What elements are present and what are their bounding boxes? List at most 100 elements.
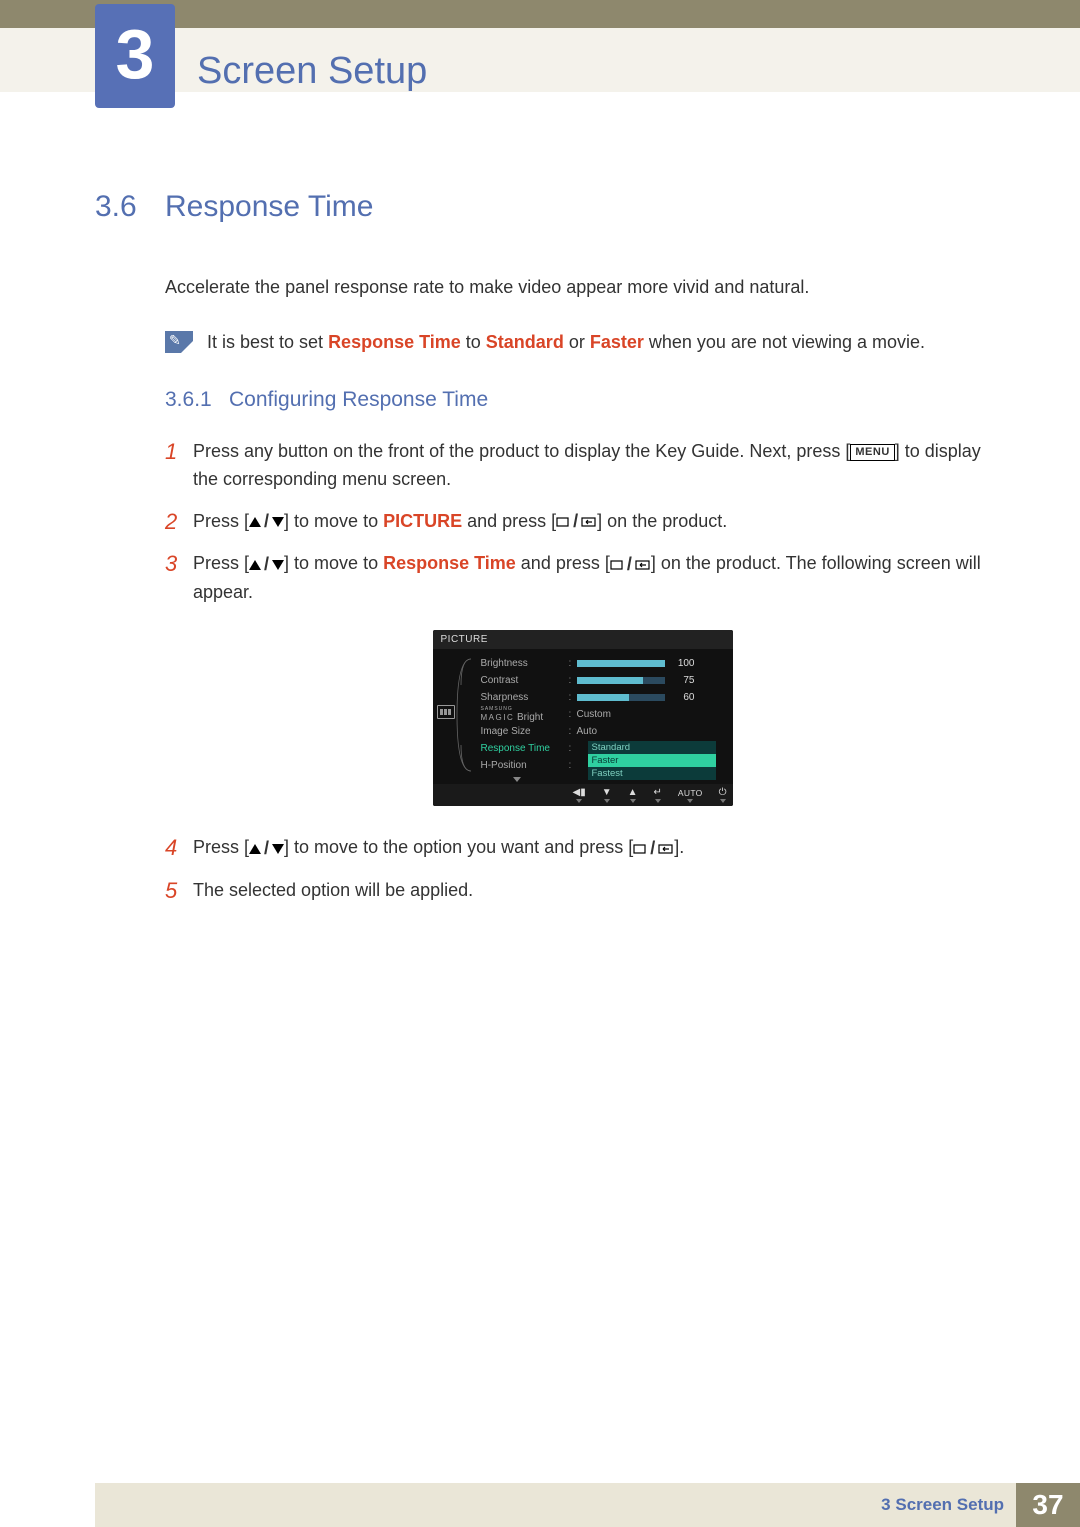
osd-screenshot: PICTURE Brightness : 100 Contrast :: [165, 630, 1000, 806]
osd-footer: ◀▮ ▼ ▲ ↵ AUTO ⏻: [433, 784, 733, 806]
section-number: 3.6: [95, 190, 165, 224]
step-4-num: 4: [165, 834, 193, 863]
osd-slider-sharpness: [577, 694, 665, 701]
footer-page-number: 37: [1016, 1483, 1080, 1527]
step-1-text: Press any button on the front of the pro…: [193, 438, 1000, 494]
up-down-icon: /: [249, 835, 284, 863]
step-3-mid1: ] to move to: [284, 553, 383, 573]
step-2: 2 Press [/] to move to PICTURE and press…: [165, 508, 1000, 537]
picture-category-icon: [437, 705, 455, 719]
osd-label-resptime: Response Time: [481, 743, 569, 754]
step-4-pre: Press [: [193, 837, 249, 857]
footer-gutter: [0, 1483, 95, 1527]
note-em1: Response Time: [328, 332, 461, 352]
note-post: when you are not viewing a movie.: [644, 332, 925, 352]
step-4-post: ].: [674, 837, 684, 857]
step-2-text: Press [/] to move to PICTURE and press […: [193, 508, 727, 536]
section-heading: 3.6 Response Time: [95, 190, 1000, 224]
chapter-number-badge: 3: [95, 4, 175, 108]
osd-label-imagesize: Image Size: [481, 726, 569, 737]
step-1-num: 1: [165, 438, 193, 467]
osd-value-contrast: 75: [671, 675, 695, 686]
chapter-title: Screen Setup: [197, 50, 427, 93]
intro-text: Accelerate the panel response rate to ma…: [165, 274, 1000, 301]
osd-dropdown-response-time: Standard Faster Fastest: [588, 741, 716, 780]
note-pre: It is best to set: [207, 332, 328, 352]
osd-option-standard: Standard: [588, 741, 716, 754]
step-3-pre: Press [: [193, 553, 249, 573]
chapter-number: 3: [116, 14, 155, 94]
step-2-num: 2: [165, 508, 193, 537]
osd-title: PICTURE: [433, 630, 733, 649]
chapter-header: 3 Screen Setup: [95, 4, 427, 108]
scroll-down-indicator-icon: [513, 777, 521, 782]
note-block: It is best to set Response Time to Stand…: [165, 329, 1000, 356]
content-area: 3.6 Response Time Accelerate the panel r…: [95, 190, 1000, 920]
step-5: 5 The selected option will be applied.: [165, 877, 1000, 906]
osd-label-contrast: Contrast: [481, 675, 569, 686]
step-3-text: Press [/] to move to Response Time and p…: [193, 550, 1000, 606]
step-2-em: PICTURE: [383, 511, 462, 531]
select-enter-icon: /: [610, 551, 651, 579]
osd-power-icon: ⏻: [719, 788, 727, 803]
step-3-num: 3: [165, 550, 193, 579]
osd-label-sharpness: Sharpness: [481, 692, 569, 703]
step-3-mid2: and press [: [516, 553, 610, 573]
osd-value-brightness: 100: [671, 658, 695, 669]
step-5-text: The selected option will be applied.: [193, 877, 473, 905]
step-3: 3 Press [/] to move to Response Time and…: [165, 550, 1000, 606]
osd-item-contrast: Contrast : 75: [481, 672, 725, 689]
note-em3: Faster: [590, 332, 644, 352]
note-mid1: to: [461, 332, 486, 352]
osd-value-magic: Custom: [577, 709, 611, 720]
osd-panel: PICTURE Brightness : 100 Contrast :: [433, 630, 733, 806]
osd-body: Brightness : 100 Contrast : 75 Sharpness…: [433, 649, 733, 784]
osd-back-icon: ◀▮: [573, 788, 586, 803]
subsection-number: 3.6.1: [165, 388, 229, 412]
page-footer: 3 Screen Setup 37: [0, 1483, 1080, 1527]
menu-button-icon: MENU: [850, 444, 894, 461]
up-down-icon: /: [249, 551, 284, 579]
osd-item-brightness: Brightness : 100: [481, 655, 725, 672]
select-enter-icon: /: [633, 835, 674, 863]
footer-bar: 3 Screen Setup: [95, 1483, 1016, 1527]
osd-item-magic-bright: SAMSUNGMAGIC Bright : Custom: [481, 706, 725, 723]
step-4-text: Press [/] to move to the option you want…: [193, 834, 684, 862]
step-5-num: 5: [165, 877, 193, 906]
osd-slider-contrast: [577, 677, 665, 684]
footer-chapter-ref: 3 Screen Setup: [881, 1495, 1004, 1515]
step-1: 1 Press any button on the front of the p…: [165, 438, 1000, 494]
magic-bot: MAGIC: [481, 713, 515, 722]
osd-up-icon: ▲: [628, 788, 638, 803]
osd-slider-brightness: [577, 660, 665, 667]
step-4: 4 Press [/] to move to the option you wa…: [165, 834, 1000, 863]
step-3-em: Response Time: [383, 553, 516, 573]
step-1-pre: Press any button on the front of the pro…: [193, 441, 850, 461]
osd-value-sharpness: 60: [671, 692, 695, 703]
osd-enter-icon: ↵: [654, 788, 662, 803]
step-2-mid2: and press [: [462, 511, 556, 531]
note-em2: Standard: [486, 332, 564, 352]
note-text: It is best to set Response Time to Stand…: [207, 329, 925, 356]
section-title: Response Time: [165, 190, 373, 224]
subsection-title: Configuring Response Time: [229, 388, 488, 412]
osd-label-brightness: Brightness: [481, 658, 569, 669]
osd-down-icon: ▼: [602, 788, 612, 803]
osd-item-sharpness: Sharpness : 60: [481, 689, 725, 706]
select-enter-icon: /: [556, 508, 597, 536]
note-mid2: or: [564, 332, 590, 352]
step-2-mid1: ] to move to: [284, 511, 383, 531]
osd-value-imagesize: Auto: [577, 726, 598, 737]
osd-option-fastest: Fastest: [588, 767, 716, 780]
osd-auto-button: AUTO: [678, 788, 703, 803]
up-down-icon: /: [249, 508, 284, 536]
osd-item-image-size: Image Size : Auto: [481, 723, 725, 740]
step-4-mid: ] to move to the option you want and pre…: [284, 837, 633, 857]
osd-label-hpos: H-Position: [481, 760, 569, 771]
osd-connector-bracket: [455, 655, 473, 775]
osd-label-magic-bright: SAMSUNGMAGIC Bright: [481, 707, 569, 723]
step-2-post: ] on the product.: [597, 511, 727, 531]
subsection-heading: 3.6.1 Configuring Response Time: [165, 388, 1000, 412]
osd-option-faster: Faster: [588, 754, 716, 767]
magic-suffix: Bright: [517, 712, 543, 723]
